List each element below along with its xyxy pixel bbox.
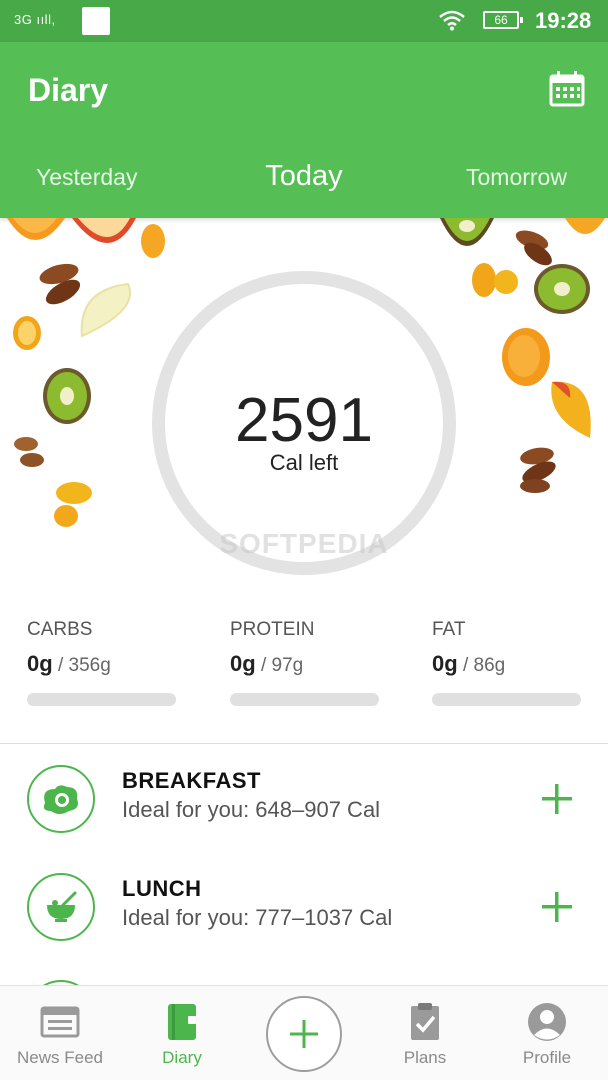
nav-label: News Feed — [17, 1048, 103, 1067]
macro-current: 0g — [432, 651, 458, 676]
news-feed-icon — [40, 1006, 80, 1038]
signal-bars-icon: ııll, — [32, 12, 56, 27]
calories-left-value: 2591 — [235, 386, 373, 455]
add-entry-button[interactable] — [266, 996, 342, 1072]
calendar-icon[interactable] — [548, 70, 586, 108]
macro-label: PROTEIN — [230, 619, 315, 640]
macro-protein: PROTEIN 0g / 97g — [230, 619, 380, 706]
macro-values: 0g / 356g — [27, 651, 177, 677]
kumquat-pair-illustration — [472, 263, 518, 297]
salad-bowl-icon — [27, 873, 95, 941]
kumquat-slice-illustration — [13, 316, 41, 350]
status-bar: 3G ııll, 66 19:28 — [0, 0, 608, 42]
clock: 19:28 — [535, 8, 592, 33]
apple-slice-illustration — [80, 282, 131, 338]
nav-plans[interactable]: Plans — [365, 986, 485, 1080]
meal-name: BREAKFAST — [122, 768, 261, 793]
apricot-half-illustration — [502, 328, 550, 386]
nav-diary[interactable]: Diary — [122, 986, 242, 1080]
macro-target: / 97g — [255, 655, 304, 676]
watermark: SOFTPEDIA — [219, 528, 389, 559]
nav-news-feed[interactable]: News Feed — [0, 986, 120, 1080]
kiwi-slice-right-illustration — [534, 264, 590, 314]
macro-target: / 86g — [457, 655, 506, 676]
nav-label: Plans — [403, 1048, 447, 1067]
battery-icon: 66 — [483, 11, 523, 29]
macro-fat: FAT 0g / 86g — [432, 619, 582, 706]
profile-avatar-icon — [528, 1003, 566, 1041]
macro-carbs: CARBS 0g / 356g — [27, 619, 177, 706]
orange-slice-illustration — [565, 218, 605, 234]
app-bar: Diary Yesterday Today Tomorrow — [0, 42, 608, 218]
divider — [0, 743, 608, 744]
apricot-slice-illustration — [7, 218, 65, 240]
signal-indicator: 3G ııll, — [14, 12, 56, 27]
meal-lunch[interactable]: LUNCH Ideal for you: 777–1037 Cal — [0, 858, 608, 958]
tab-tomorrow[interactable]: Tomorrow — [466, 164, 567, 191]
diary-book-icon — [168, 1004, 196, 1040]
nav-profile[interactable]: Profile — [487, 986, 607, 1080]
add-lunch-button[interactable] — [538, 888, 576, 926]
macro-progress-bar — [230, 693, 379, 706]
meal-ideal-range: Ideal for you: 777–1037 Cal — [122, 905, 393, 930]
macro-progress-bar — [432, 693, 581, 706]
page-title: Diary — [28, 72, 109, 108]
macro-values: 0g / 86g — [432, 651, 582, 677]
nav-label: Diary — [162, 1048, 202, 1067]
meal-breakfast[interactable]: BREAKFAST Ideal for you: 648–907 Cal — [0, 750, 608, 850]
macro-values: 0g / 97g — [230, 651, 380, 677]
macro-progress-bar — [27, 693, 176, 706]
add-breakfast-button[interactable] — [538, 780, 576, 818]
nav-label: Profile — [522, 1048, 572, 1067]
kiwi-half-illustration — [440, 218, 494, 246]
kumquat-illustration — [54, 482, 92, 527]
calories-left-label: Cal left — [269, 450, 339, 475]
clipboard-check-icon — [411, 1003, 439, 1040]
macro-label: FAT — [432, 619, 466, 640]
meal-name: LUNCH — [122, 876, 202, 901]
macro-target: / 356g — [52, 655, 111, 676]
macro-label: CARBS — [27, 619, 93, 640]
peach-slice-illustration — [72, 218, 136, 243]
fried-egg-icon — [27, 765, 95, 833]
network-type: 3G — [14, 12, 33, 27]
macro-current: 0g — [230, 651, 256, 676]
notification-icon — [82, 7, 110, 35]
wifi-icon — [439, 10, 465, 31]
plus-icon — [290, 1020, 318, 1048]
orange-wedge-illustration — [141, 224, 165, 258]
bottom-nav: News Feed Diary Plans Profile — [0, 985, 608, 1080]
macro-current: 0g — [27, 651, 53, 676]
meal-ideal-range: Ideal for you: 648–907 Cal — [122, 797, 381, 822]
